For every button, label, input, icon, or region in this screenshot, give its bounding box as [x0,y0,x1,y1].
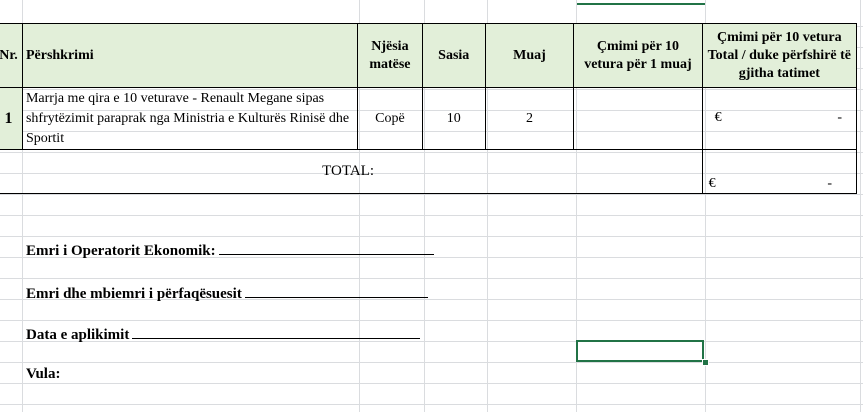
row-quantity[interactable]: 10 [421,87,486,150]
representative-label: Emri dhe mbiemri i përfaqësuesit [26,286,242,302]
operator-line[interactable]: Emri i Operatorit Ekonomik: [26,240,434,260]
price-quote-table: Nr. Përshkrimi Njësia matëse Sasia Muaj … [0,23,858,194]
column-gridline [860,0,861,412]
total-row: TOTAL: € - [0,149,858,194]
active-cell-selection[interactable] [576,340,704,362]
operator-label: Emri i Operatorit Ekonomik: [26,243,216,259]
header-quantity[interactable]: Sasia [421,23,486,88]
header-row: Nr. Përshkrimi Njësia matëse Sasia Muaj … [0,23,858,88]
row-price-month[interactable] [573,87,703,150]
row-months[interactable]: 2 [484,87,575,150]
header-price-month[interactable]: Çmimi për 10 vetura për 1 muaj [573,23,703,88]
header-description[interactable]: Përshkrimi [21,23,358,88]
stamp-label[interactable]: Vula: [26,366,60,383]
currency-symbol: € [714,110,722,125]
date-line[interactable]: Data e aplikimit [26,324,421,344]
table-row: 1 Marrja me qira e 10 veturave - Renault… [0,87,858,150]
row-price-total-cell[interactable]: € - [701,87,858,150]
fill-handle[interactable] [702,359,709,366]
operator-blank[interactable] [218,240,434,255]
representative-blank[interactable] [244,283,428,298]
header-nr[interactable]: Nr. [0,23,23,88]
header-price-total[interactable]: Çmimi për 10 vetura Total / duke përfshi… [701,23,858,88]
header-months[interactable]: Muaj [484,23,575,88]
row-nr[interactable]: 1 [0,87,23,150]
total-value: - [827,176,832,191]
total-amount-cell[interactable]: € - [701,149,858,194]
header-unit[interactable]: Njësia matëse [356,23,423,88]
row-price-total-value: - [837,110,842,125]
total-label[interactable]: TOTAL: [0,149,703,194]
total-currency-symbol: € [708,176,716,191]
row-unit[interactable]: Copë [356,87,423,150]
active-column-marker [577,0,705,5]
representative-line[interactable]: Emri dhe mbiemri i përfaqësuesit [26,283,428,303]
date-label: Data e aplikimit [26,327,130,343]
date-blank[interactable] [132,324,421,339]
row-description[interactable]: Marrja me qira e 10 veturave - Renault M… [21,87,358,150]
